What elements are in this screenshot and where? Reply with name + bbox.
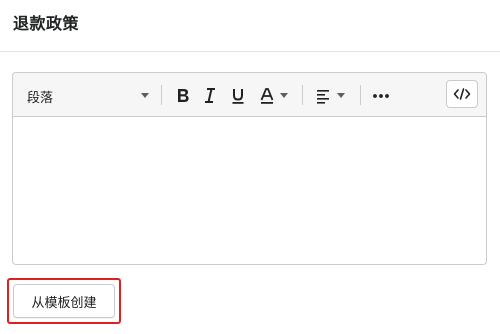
bold-icon [178,89,189,102]
paragraph-format-select[interactable]: 段落 [27,84,149,106]
toolbar-separator [302,85,303,105]
more-horizontal-icon [373,94,389,98]
chevron-down-icon [141,93,149,98]
section-title: 退款政策 [13,14,80,33]
code-view-button[interactable] [446,80,478,108]
italic-icon [205,88,215,103]
create-from-template-button[interactable]: 从模板创建 [13,284,115,318]
chevron-down-icon [337,93,345,98]
code-view-icon [453,88,471,100]
bold-button[interactable] [175,84,191,106]
rich-text-editor: 段落 [12,72,487,265]
toolbar-separator [360,85,361,105]
align-left-icon [317,90,329,104]
more-button[interactable] [372,84,390,106]
paragraph-format-value: 段落 [27,91,54,106]
underline-button[interactable] [231,84,245,106]
editor-content-area[interactable] [13,117,486,264]
divider [0,51,500,52]
align-button[interactable] [315,84,347,106]
underline-icon [232,89,244,104]
text-color-icon [260,88,274,104]
text-color-button[interactable] [259,84,289,106]
toolbar-separator [161,85,162,105]
chevron-down-icon [280,93,288,98]
italic-button[interactable] [203,84,217,106]
editor-toolbar: 段落 [13,73,486,117]
